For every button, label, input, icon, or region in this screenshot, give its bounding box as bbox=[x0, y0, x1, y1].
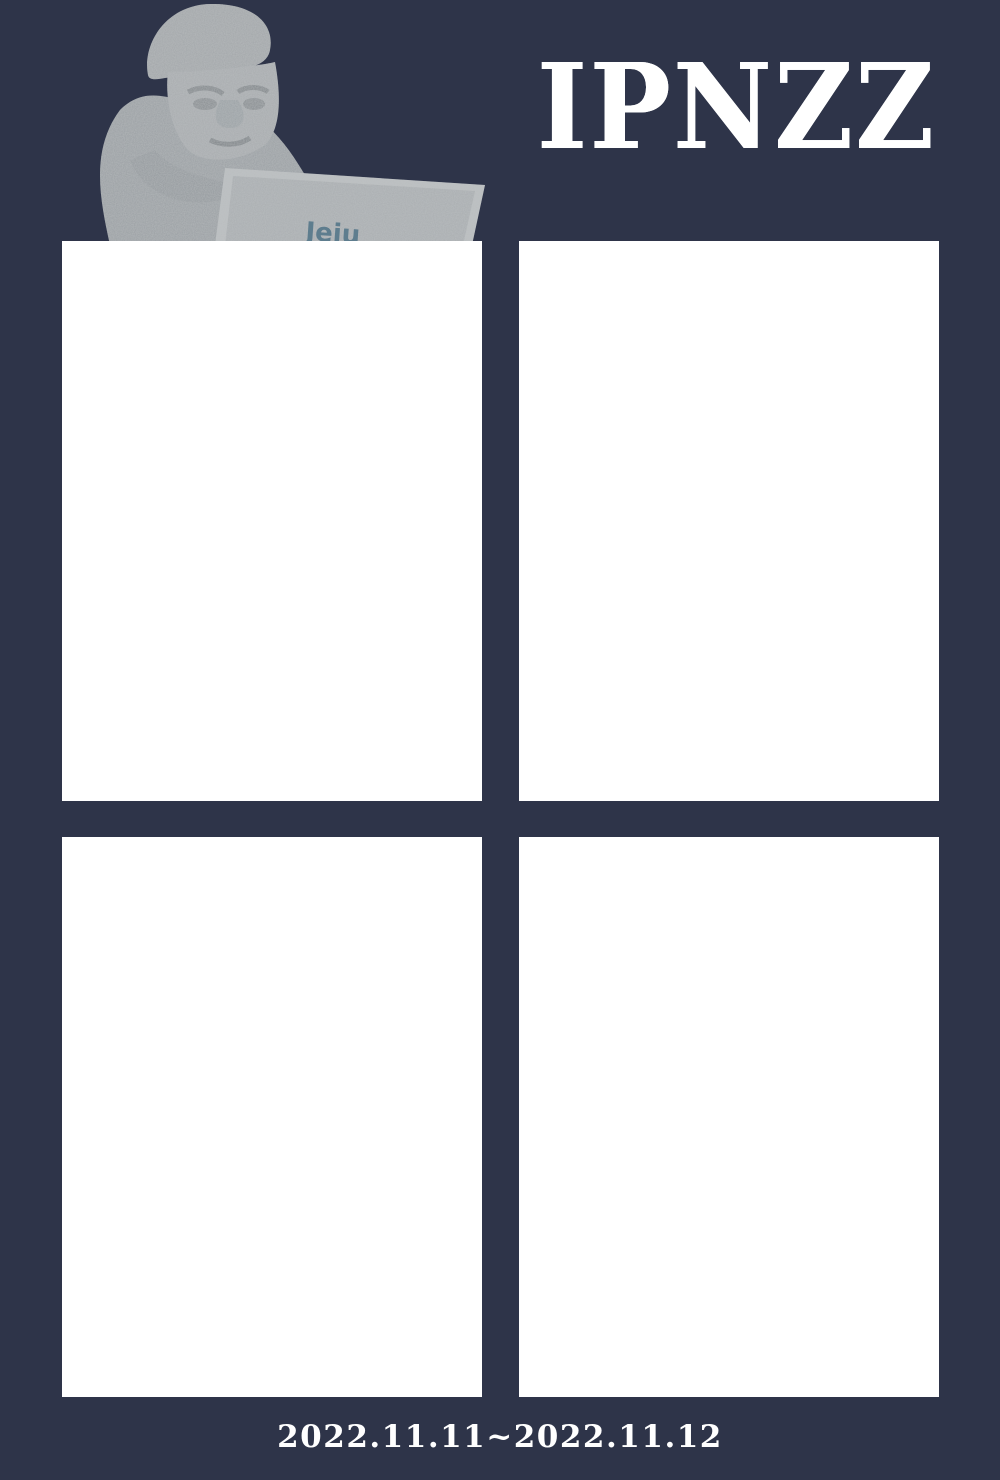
brand-title: IPNZZ bbox=[536, 37, 937, 176]
photo-strip-frame: Jeju IPNZZ 2022.11.11~2022.11.12 bbox=[0, 0, 1000, 1480]
photo-slot-1 bbox=[62, 241, 482, 801]
photo-slot-2 bbox=[519, 241, 939, 801]
photo-slot-4 bbox=[519, 837, 939, 1397]
photo-slot-3 bbox=[62, 837, 482, 1397]
event-date-range: 2022.11.11~2022.11.12 bbox=[277, 1419, 723, 1455]
dol-hareubang-statue-icon: Jeju bbox=[100, 3, 485, 245]
